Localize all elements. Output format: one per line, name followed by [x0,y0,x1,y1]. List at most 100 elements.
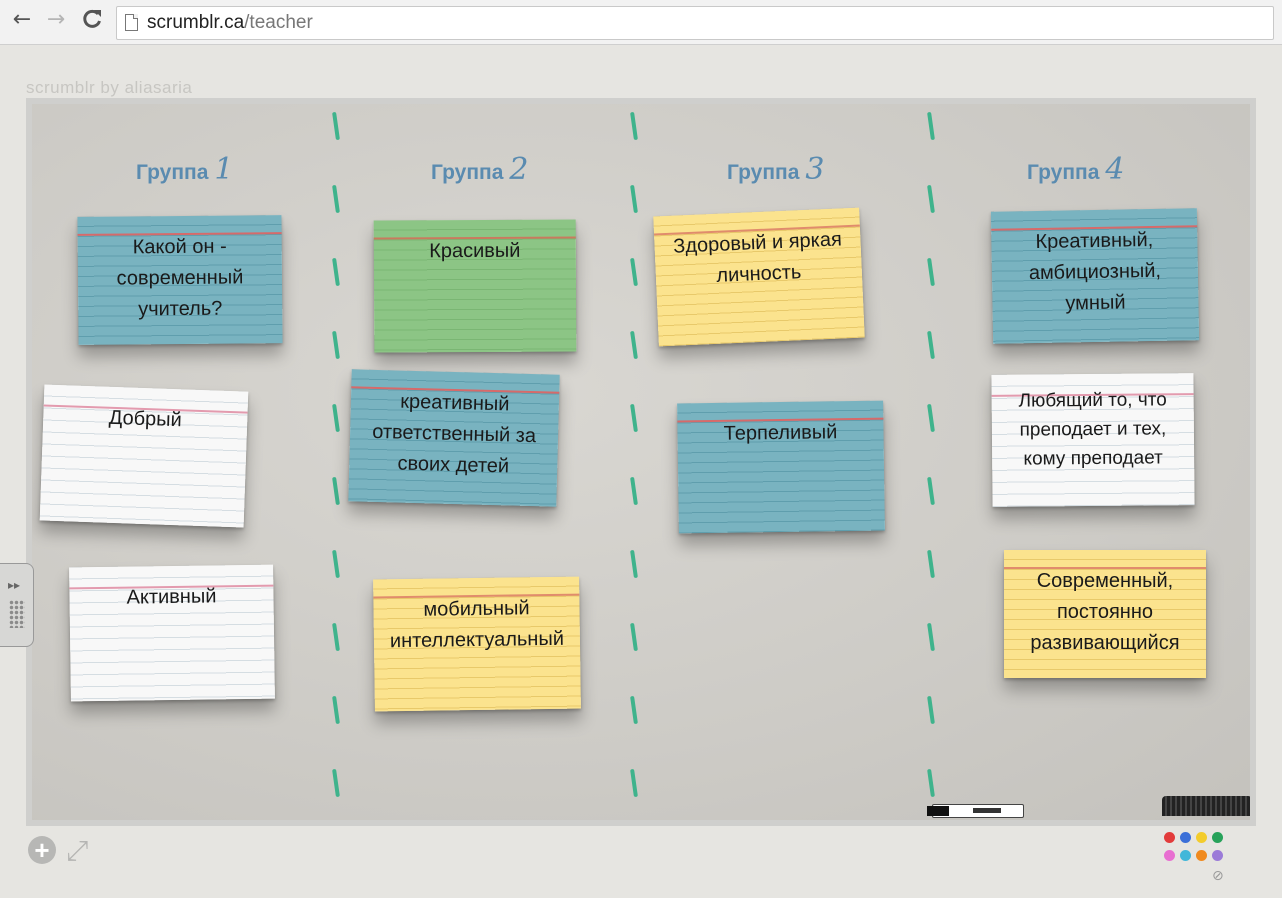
card-line: интеллектуальный [389,627,565,653]
color-swatch[interactable] [1196,832,1207,843]
reload-icon[interactable] [80,8,104,32]
column-number: 2 [509,152,529,187]
divider-dash [927,549,935,579]
divider-dash [630,549,638,579]
sticky-card[interactable]: Креативный, амбициозный, умный [990,208,1200,344]
sticky-card[interactable]: мобильный интеллектуальный [373,576,581,712]
divider-dash [332,403,340,433]
divider-dash [332,768,340,798]
divider-dash [927,695,935,725]
column-title-2[interactable]: Группа 2 [431,152,528,187]
divider-dash [927,403,935,433]
divider-dash [630,768,638,798]
column-title-4[interactable]: Группа 4 [1027,152,1124,187]
card-line: амбициозный, [1028,259,1162,285]
card-line: Современный, [1036,570,1174,592]
divider-dash [332,695,340,725]
column-title-1[interactable]: Группа 1 [136,152,233,187]
divider-dash [630,695,638,725]
card-line: постоянно [1056,601,1154,623]
color-swatch[interactable] [1180,832,1191,843]
column-number: 3 [805,152,825,187]
back-arrow-icon[interactable]: ← [10,8,34,32]
card-line: учитель? [138,297,223,321]
column-divider[interactable] [332,111,342,820]
card-line: преподает и тех, [1019,418,1167,441]
url-path: /teacher [244,12,313,33]
column-divider[interactable] [927,111,937,820]
no-color-icon[interactable]: ⊘ [1212,868,1224,884]
color-swatch[interactable] [1212,850,1223,861]
sticky-card[interactable]: Красивый [373,219,577,353]
address-bar[interactable]: scrumblr.ca/teacher [116,6,1274,40]
divider-dash [332,476,340,506]
url-text[interactable]: scrumblr.ca/teacher [147,12,313,34]
divider-dash [332,111,340,141]
color-swatch[interactable] [1212,832,1223,843]
divider-dash [927,257,935,287]
url-host: scrumblr.ca [147,12,245,33]
color-swatch[interactable] [1180,850,1191,861]
color-swatch[interactable] [1196,850,1207,861]
card-line: креативный [400,390,510,416]
sticky-card[interactable]: Активный [69,564,275,702]
card-line: мобильный [423,597,530,621]
sticky-card[interactable]: Здоровый и яркая личность [653,207,865,347]
card-line: Активный [126,585,217,609]
side-panel-toggle[interactable]: ▸▸ [0,563,34,647]
add-card-icon[interactable]: + [28,836,56,864]
card-line: кому преподает [1023,447,1163,470]
divider-dash [630,476,638,506]
eraser-icon[interactable] [1162,796,1250,816]
marker-icon[interactable] [927,804,1024,818]
divider-dash [927,476,935,506]
app-brand: scrumblr by aliasaria [26,78,193,97]
divider-dash [332,257,340,287]
card-line: Креативный, [1035,228,1154,254]
sticky-card[interactable]: креативный ответственный за своих детей [348,369,560,507]
column-number: 4 [1105,152,1125,187]
sticky-card[interactable]: Современный, постоянно развивающийся [1004,550,1206,678]
divider-dash [630,184,638,214]
sticky-card[interactable]: Какой он - современный учитель? [77,215,283,345]
card-line: ответственный за [371,420,537,448]
divider-dash [630,622,638,652]
card-line: Терпеливый [723,421,838,445]
browser-toolbar: ← → scrumblr.ca/teacher [0,0,1282,45]
divider-dash [927,184,935,214]
divider-dash [332,330,340,360]
column-title-3[interactable]: Группа 3 [727,152,824,187]
divider-dash [927,622,935,652]
sticky-card[interactable]: Любящий то, что преподает и тех, кому пр… [991,373,1195,507]
fullscreen-icon[interactable]: ⤢ [66,834,88,868]
card-line: своих детей [397,452,510,478]
divider-dash [332,184,340,214]
column-label: Группа [136,161,209,184]
color-swatch[interactable] [1164,850,1175,861]
card-line: Какой он - [132,235,227,259]
color-palette [1164,832,1228,868]
card-line: развивающийся [1030,632,1180,654]
divider-dash [927,330,935,360]
column-label: Группа [727,161,800,184]
reload-icon-graphic [83,9,101,28]
scrum-board: Группа 1 Группа 2 Группа 3 Группа 4 Какой он… [26,98,1256,826]
page-icon [125,14,138,31]
column-label: Группа [431,161,504,184]
divider-dash [332,622,340,652]
card-line: Добрый [108,406,183,432]
divider-dash [332,549,340,579]
card-line: умный [1065,291,1126,315]
card-line: Любящий то, что [1018,389,1167,412]
column-divider[interactable] [630,111,640,820]
divider-dash [630,111,638,141]
card-line: современный [116,266,244,290]
sticky-card[interactable]: Добрый [39,384,249,528]
grip-icon [9,600,25,628]
divider-dash [927,111,935,141]
forward-arrow-icon[interactable]: → [44,8,68,32]
sticky-card[interactable]: Терпеливый [677,400,885,534]
divider-dash [927,768,935,798]
divider-dash [630,403,638,433]
color-swatch[interactable] [1164,832,1175,843]
